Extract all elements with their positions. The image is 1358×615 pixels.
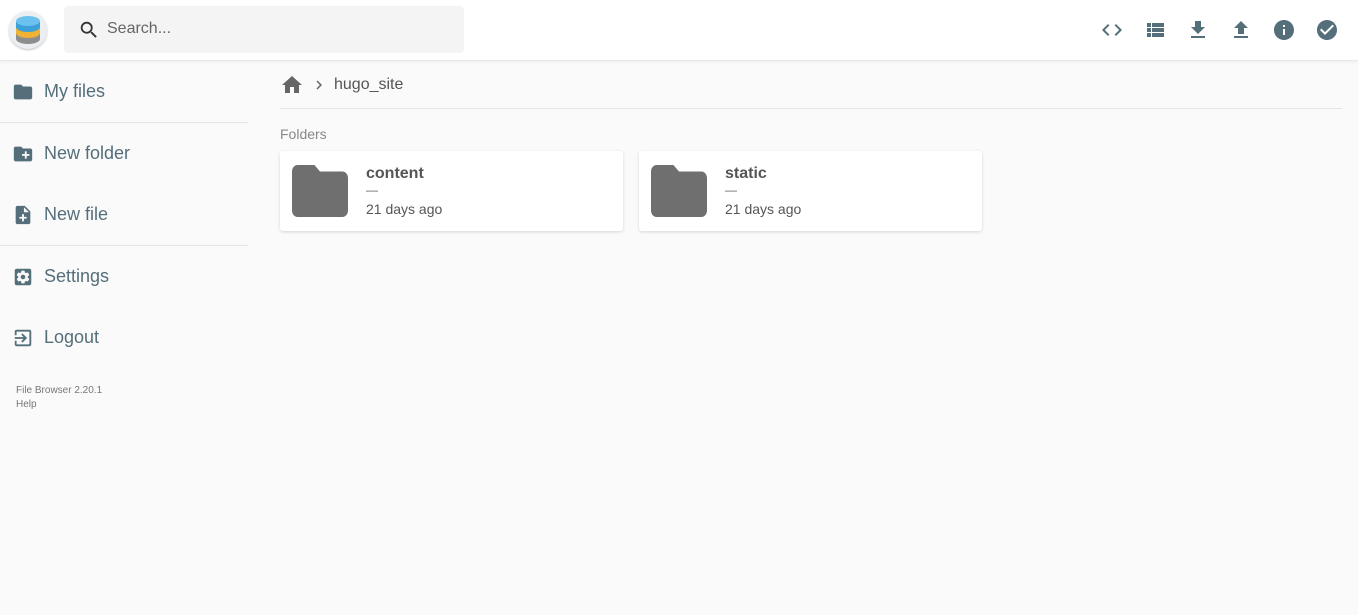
folder-icon: [292, 165, 348, 217]
folder-modified: 21 days ago: [725, 201, 802, 217]
sidebar: My files New folder New file Settings Lo…: [0, 61, 248, 412]
folder-item[interactable]: static — 21 days ago: [639, 151, 982, 231]
folder-size: —: [366, 183, 378, 197]
version-link[interactable]: File Browser 2.20.1: [16, 384, 248, 398]
info-icon: [1273, 20, 1294, 40]
folder-size: —: [725, 183, 737, 197]
code-button[interactable]: [1090, 14, 1133, 46]
section-title: Folders: [280, 126, 327, 142]
sidebar-item-label: Settings: [44, 266, 110, 286]
chevron-right-icon: [316, 80, 322, 89]
info-button[interactable]: [1262, 14, 1305, 46]
note-add-icon: [15, 205, 31, 224]
sidebar-item-settings[interactable]: Settings: [0, 246, 248, 307]
header-actions: [1090, 14, 1348, 46]
exit-icon: [14, 329, 32, 346]
upload-icon: [1233, 21, 1248, 38]
folder-icon: [651, 165, 707, 217]
help-link[interactable]: Help: [16, 398, 248, 412]
search-icon: [80, 21, 97, 38]
folder-item[interactable]: content — 21 days ago: [280, 151, 623, 231]
sidebar-item-my-files[interactable]: My files: [0, 61, 248, 122]
folder-grid: content — 21 days ago static — 21 days a…: [280, 151, 1342, 231]
sidebar-item-label: My files: [44, 81, 106, 101]
sidebar-item-new-folder[interactable]: New folder: [0, 123, 248, 184]
sidebar-item-new-file[interactable]: New file: [0, 184, 248, 245]
upload-button[interactable]: [1219, 14, 1262, 46]
list-view-icon: [1146, 23, 1164, 37]
app-logo[interactable]: [9, 11, 47, 49]
breadcrumb-item-current[interactable]: hugo_site: [334, 76, 403, 94]
main-content: hugo_site Folders content — 21 days ago …: [280, 61, 1342, 231]
sidebar-footer: File Browser 2.20.1 Help: [0, 384, 248, 412]
list-view-button[interactable]: [1133, 14, 1176, 46]
search-box[interactable]: [64, 6, 464, 53]
code-icon: [1101, 24, 1122, 36]
settings-icon: [14, 268, 32, 285]
download-icon: [1190, 21, 1205, 38]
sidebar-item-label: New file: [44, 204, 109, 224]
check-circle-icon: [1316, 20, 1337, 40]
create-new-folder-icon: [13, 146, 33, 161]
folder-modified: 21 days ago: [366, 201, 443, 217]
folder-name: content: [366, 165, 424, 182]
sidebar-item-logout[interactable]: Logout: [0, 307, 248, 368]
home-icon[interactable]: [280, 73, 304, 97]
header: [0, 0, 1358, 61]
folder-icon: [13, 84, 33, 99]
database-logo-icon: [16, 16, 40, 44]
sidebar-item-label: New folder: [44, 143, 131, 163]
search-input[interactable]: [107, 14, 447, 44]
folder-name: static: [725, 165, 767, 182]
select-button[interactable]: [1305, 14, 1348, 46]
download-button[interactable]: [1176, 14, 1219, 46]
sidebar-item-label: Logout: [44, 327, 100, 347]
breadcrumb: hugo_site: [280, 61, 1342, 109]
